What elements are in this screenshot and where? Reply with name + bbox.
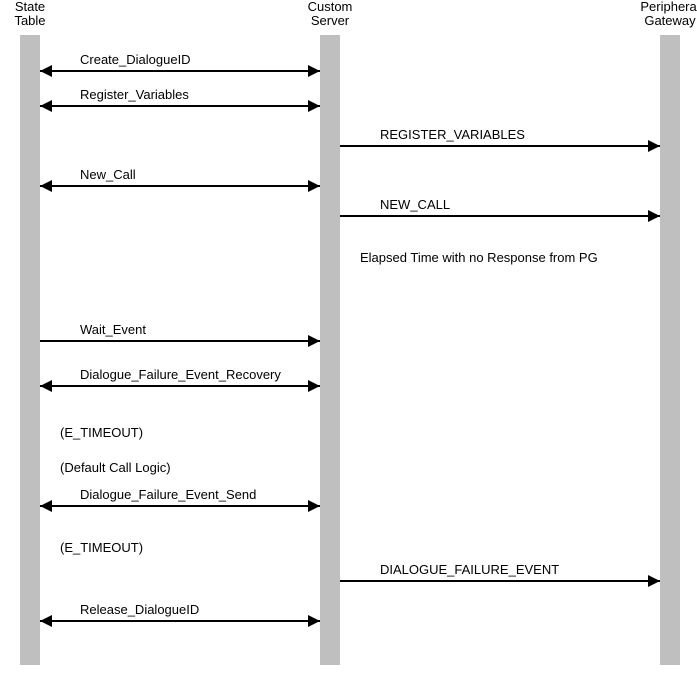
arrowhead-right-icon: [308, 615, 320, 627]
message-new-call: [40, 185, 320, 187]
lifeline-header-peripheral_gw: PeripheralGateway: [635, 0, 697, 29]
note-e-timeout-2: (E_TIMEOUT): [60, 540, 143, 555]
lifeline-bar-peripheral_gw: [660, 35, 680, 665]
arrowhead-left-icon: [40, 65, 52, 77]
arrowhead-right-icon: [648, 140, 660, 152]
message-dlg-fail-recovery: [40, 385, 320, 387]
arrowhead-left-icon: [40, 500, 52, 512]
message-label-release-dialogueid: Release_DialogueID: [80, 602, 199, 617]
arrowhead-right-icon: [308, 380, 320, 392]
note-e-timeout-1: (E_TIMEOUT): [60, 425, 143, 440]
arrowhead-right-icon: [308, 100, 320, 112]
message-label-dlg-fail-recovery: Dialogue_Failure_Event_Recovery: [80, 367, 281, 382]
message-release-dialogueid: [40, 620, 320, 622]
message-label-create-dialogueid: Create_DialogueID: [80, 52, 191, 67]
arrowhead-right-icon: [648, 210, 660, 222]
lifeline-bar-custom_server: [320, 35, 340, 665]
lifeline-header-line2: Table: [0, 14, 65, 28]
message-wait-event: [40, 340, 320, 342]
arrowhead-left-icon: [40, 615, 52, 627]
message-label-register-variables: Register_Variables: [80, 87, 189, 102]
message-label-register-variables-pg: REGISTER_VARIABLES: [380, 127, 525, 142]
message-label-new-call-pg: NEW_CALL: [380, 197, 450, 212]
message-label-dlg-fail-send: Dialogue_Failure_Event_Send: [80, 487, 256, 502]
lifeline-bar-state_table: [20, 35, 40, 665]
message-dlg-fail-send: [40, 505, 320, 507]
lifeline-header-state_table: StateTable: [0, 0, 65, 29]
message-label-wait-event: Wait_Event: [80, 322, 146, 337]
arrowhead-right-icon: [308, 180, 320, 192]
lifeline-header-line1: State: [0, 0, 65, 14]
message-register-variables: [40, 105, 320, 107]
message-label-new-call: New_Call: [80, 167, 136, 182]
message-register-variables-pg: [340, 145, 660, 147]
message-dlg-fail-event-pg: [340, 580, 660, 582]
lifeline-header-custom_server: CustomServer: [295, 0, 365, 29]
arrowhead-right-icon: [308, 335, 320, 347]
message-create-dialogueid: [40, 70, 320, 72]
note-elapsed-note: Elapsed Time with no Response from PG: [360, 250, 598, 265]
lifeline-header-line2: Gateway: [635, 14, 697, 28]
note-default-logic: (Default Call Logic): [60, 460, 171, 475]
sequence-diagram: StateTable CustomServer PeripheralGateway C…: [0, 0, 697, 674]
lifeline-header-line1: Custom: [295, 0, 365, 14]
lifeline-header-line1: Peripheral: [635, 0, 697, 14]
arrowhead-left-icon: [40, 180, 52, 192]
arrowhead-right-icon: [308, 500, 320, 512]
lifeline-header-line2: Server: [295, 14, 365, 28]
arrowhead-left-icon: [40, 380, 52, 392]
arrowhead-right-icon: [308, 65, 320, 77]
arrowhead-left-icon: [40, 100, 52, 112]
message-new-call-pg: [340, 215, 660, 217]
arrowhead-right-icon: [648, 575, 660, 587]
message-label-dlg-fail-event-pg: DIALOGUE_FAILURE_EVENT: [380, 562, 559, 577]
